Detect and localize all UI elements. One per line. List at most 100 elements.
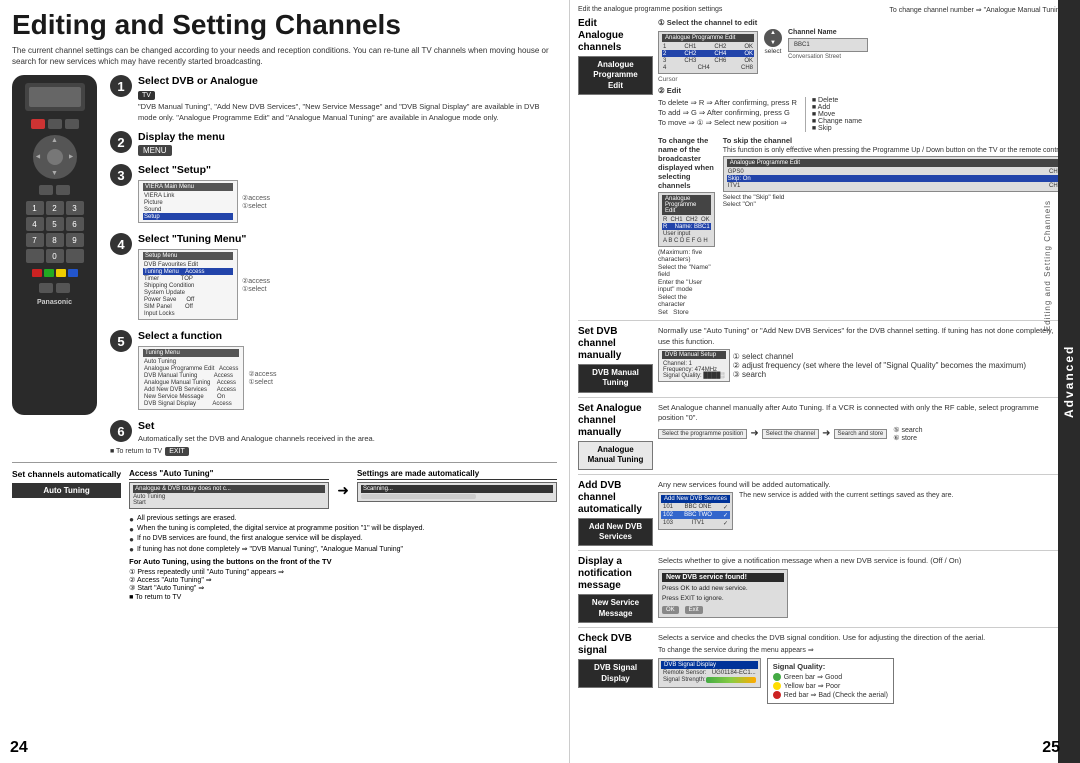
front-tv-note: For Auto Tuning, using the buttons on th…: [129, 557, 557, 566]
tuning-auto: Auto Tuning: [143, 358, 239, 365]
setup-input-locks: Input Locks: [143, 310, 233, 317]
num-9[interactable]: 9: [66, 233, 84, 247]
settings-auto-col: Settings are made automatically Scanning…: [357, 469, 557, 512]
cn-row-2: RName: BBC1: [662, 223, 711, 230]
menu-item-setup[interactable]: Setup: [143, 213, 233, 220]
main-menu-header: VIERA Main Menu: [143, 183, 233, 191]
select-action-label: select: [765, 48, 782, 55]
step-5-title: Select a function: [138, 330, 557, 342]
check-dvb-title: Check DVB signal: [578, 633, 653, 657]
dvb-manual-tuning-box: DVB Manual Tuning: [578, 364, 653, 393]
display-notification-desc: Selects whether to give a notification m…: [658, 556, 1066, 567]
svc-row-2: 102BBC TWO✓: [661, 511, 730, 519]
bullet-text-3: If no DVB services are found, the first …: [137, 535, 363, 542]
display-notification-content: Selects whether to give a notification m…: [658, 556, 1066, 618]
num-4[interactable]: 4: [26, 217, 44, 231]
num-2[interactable]: 2: [46, 201, 64, 215]
dvb-step-2: ② adjust frequency (set where the level …: [733, 361, 1026, 370]
page-num-left: 24: [10, 739, 28, 757]
remote-screen-inner: [29, 87, 81, 107]
remote-ch-down[interactable]: [56, 185, 70, 195]
dpad-center-btn[interactable]: [47, 149, 63, 165]
step-6-title: Set: [138, 420, 557, 432]
sq-yellow: Yellow bar ⇒ Poor: [773, 682, 888, 690]
setup-tuning[interactable]: Tuning Menu Access: [143, 268, 233, 275]
dpad-select-up: ▲: [770, 30, 776, 36]
skip-section: To skip the channel This function is onl…: [723, 136, 1066, 316]
num-3[interactable]: 3: [66, 201, 84, 215]
dpad-outer[interactable]: ▲ ▼ ◄ ►: [33, 135, 77, 179]
cn-step-4: Set Store: [658, 309, 715, 316]
remote-btn1[interactable]: [48, 119, 62, 129]
cn-row-1: RCH1CH2OK: [662, 216, 711, 223]
add-dvb-label-wrap: Add DVB channel automatically Add New DV…: [578, 480, 653, 547]
remote-brand: Panasonic: [37, 299, 72, 306]
sq-red-text: Red bar ⇒ Bad (Check the aerial): [784, 691, 888, 699]
ok-button[interactable]: OK: [662, 606, 679, 614]
add-dvb-desc: Any new services found will be added aut…: [658, 480, 1066, 491]
set-analogue-desc: Set Analogue channel manually after Auto…: [658, 403, 1066, 424]
left-panel: Editing and Setting Channels The current…: [0, 0, 570, 763]
exit-button[interactable]: EXIT: [165, 447, 189, 456]
display-notification-label-wrap: Display a notification message New Servi…: [578, 556, 653, 623]
num-dash[interactable]: [26, 249, 44, 263]
remote-btn2[interactable]: [65, 119, 79, 129]
step-5-block: 5 Select a function Tuning Menu Auto Tun…: [110, 330, 557, 412]
dpad-right[interactable]: ►: [68, 154, 75, 161]
legend-labels: ■ Delete ■ Add ■ Move ■ Change name ■ Sk…: [805, 97, 862, 132]
num-extra[interactable]: [66, 249, 84, 263]
num-1[interactable]: 1: [26, 201, 44, 215]
max-chars-note: (Maximum: five characters): [658, 249, 715, 263]
edit-actions: To delete ⇒ R ⇒ After confirming, press …: [658, 97, 797, 132]
sq-red-dot: [773, 691, 781, 699]
remote-ch-up[interactable]: [39, 185, 53, 195]
bottom-section: Set channels automatically Auto Tuning A…: [12, 462, 557, 601]
green-btn[interactable]: [44, 269, 54, 277]
svc-row-1: 101BBC ONE✓: [661, 503, 730, 511]
exit-button-svc[interactable]: Exit: [685, 606, 703, 614]
tuning-analogue-manual: Analogue Manual Tuning Access: [143, 379, 239, 386]
analogue-row-1: 1CH1CH2OK: [662, 43, 754, 50]
dpad-down[interactable]: ▼: [51, 170, 58, 177]
remote-power-btn[interactable]: [31, 119, 45, 129]
red-btn[interactable]: [32, 269, 42, 277]
cn-row-4: A B C D E F G H: [662, 237, 711, 244]
step-6-desc: Automatically set the DVB and Analogue c…: [138, 434, 557, 443]
edit-analogue-label-wrap: EditAnaloguechannels AnalogueProgrammeEd…: [578, 18, 653, 95]
yellow-btn[interactable]: [56, 269, 66, 277]
cn-step-1: Select the "Name" field: [658, 264, 715, 278]
analogue-prog-pos-box: Select the programme position: [658, 429, 747, 439]
dpad-select-down: ▼: [770, 40, 776, 46]
remote-exit-btn[interactable]: [56, 283, 70, 293]
edit-actions-row: To delete ⇒ R ⇒ After confirming, press …: [658, 97, 1066, 132]
remote-control: ▲ ▼ ◄ ► 1 2 3: [12, 75, 97, 415]
remote-menu-btn[interactable]: [39, 283, 53, 293]
channel-select-row: Analogue Programme Edit 1CH1CH2OK 2CH2CH…: [658, 29, 1066, 83]
dpad-up[interactable]: ▲: [51, 137, 58, 144]
analogue-programme-edit-box: AnalogueProgrammeEdit: [578, 56, 653, 95]
tuning-new-service: New Service Message On: [143, 393, 239, 400]
bullet-icon-3: ●: [129, 535, 134, 544]
change-name-screen: Analogue Programme Edit RCH1CH2OK RName:…: [658, 192, 715, 247]
add-dvb-row: Add New DVB Services 101BBC ONE✓ 102BBC …: [658, 492, 1066, 530]
num-0[interactable]: 0: [46, 249, 64, 263]
menu-item-viera-link: VIERA Link: [143, 192, 233, 199]
bottom-steps: Access "Auto Tuning" Analogue & DVB toda…: [129, 469, 557, 601]
step-1-desc: "DVB Manual Tuning", "Add New DVB Servic…: [138, 102, 557, 123]
auto-tuning-badge: Auto Tuning: [12, 483, 121, 498]
num-8[interactable]: 8: [46, 233, 64, 247]
step-1-num: 1: [110, 75, 132, 97]
num-6[interactable]: 6: [66, 217, 84, 231]
dvb-screen1: DVB Manual Setup Channel: 1Frequency: 47…: [658, 349, 730, 382]
set-dvb-label-wrap: Set DVB channel manually DVB Manual Tuni…: [578, 326, 653, 393]
cn-step-2: Enter the "User input" mode: [658, 279, 715, 293]
step-4-screens: Setup Menu DVB Favourites Edit Tuning Me…: [138, 247, 557, 322]
select-dpad-icon[interactable]: ▲ ▼: [764, 29, 782, 47]
num-5[interactable]: 5: [46, 217, 64, 231]
num-7[interactable]: 7: [26, 233, 44, 247]
dpad-left[interactable]: ◄: [35, 154, 42, 161]
right-inner: Edit the analogue programme position set…: [578, 6, 1066, 708]
channel-name-screen: BBC1: [788, 38, 868, 52]
step-3-num: 3: [110, 164, 132, 186]
blue-btn[interactable]: [68, 269, 78, 277]
